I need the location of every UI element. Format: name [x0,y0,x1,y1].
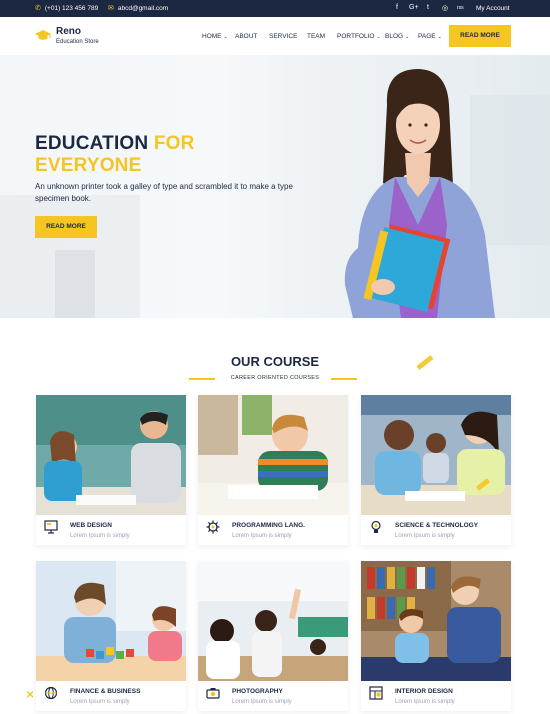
phone-contact[interactable]: ✆ (+01) 123 456 789 [35,5,98,12]
course-card-finance[interactable]: FINANCE & BUSINESS Lorem Ipsum is simply [36,561,186,711]
camera-icon [206,688,220,699]
top-bar: ✆ (+01) 123 456 789 ✉ abcd@gmail.com f G… [0,0,550,17]
mail-icon: ✉ [108,5,114,12]
instagram-icon[interactable]: ◎ [442,4,448,12]
chevron-down-icon: ⌄ [437,34,442,40]
course-photo [36,561,186,681]
email-contact[interactable]: ✉ abcd@gmail.com [108,5,168,12]
nav-about[interactable]: ABOUT [235,33,257,40]
course-photo [361,561,511,681]
nav-label: BLOG [385,33,404,40]
course-title[interactable]: FINANCE & BUSINESS [70,688,140,695]
chevron-down-icon: ⌄ [376,34,381,40]
hero-description: An unknown printer took a galley of type… [35,182,293,203]
header: Reno Education Store HOME ⌄ ABOUT SERVICE… [0,17,550,55]
close-icon[interactable]: ✕ [26,690,34,701]
course-title[interactable]: WEB DESIGN [70,522,112,529]
phone-number: (+01) 123 456 789 [44,5,99,12]
nav-home[interactable]: HOME ⌄ [202,33,228,40]
divider-right [331,378,357,380]
course-title[interactable]: SCIENCE & TECHNOLOGY [395,522,478,529]
course-photo [198,395,348,515]
nav-label: HOME [202,33,222,40]
email-address: abcd@gmail.com [117,5,169,12]
hero-title: EDUCATION FOR EVERYONE [35,133,195,177]
nav-blog[interactable]: BLOG ⌄ [385,33,409,40]
graduation-cap-icon [35,30,51,40]
background-books [55,250,95,318]
facebook-icon[interactable]: f [396,4,398,11]
globe-icon [44,686,58,700]
course-title[interactable]: PHOTOGRAPHY [232,688,283,695]
course-photo [36,395,186,515]
hero-title-dark: EDUCATION [35,133,154,154]
brand-name[interactable]: Reno [56,26,81,37]
my-account-link[interactable]: My Account [476,5,510,12]
courses-title: OUR COURSE [230,354,320,369]
nav-label: PAGE [418,33,436,40]
google-plus-icon[interactable]: G+ [409,4,419,11]
nav-portfolio[interactable]: PORTFOLIO ⌄ [337,33,381,40]
course-card-photography[interactable]: PHOTOGRAPHY Lorem Ipsum is simply [198,561,348,711]
course-title[interactable]: INTERIOR DESIGN [395,688,453,695]
monitor-icon [44,520,58,534]
course-subtitle: Lorem Ipsum is simply [70,533,130,539]
nav-service[interactable]: SERVICE [269,33,297,40]
gear-icon [206,520,220,534]
course-subtitle: Lorem Ipsum is simply [395,699,455,705]
hero-read-more-button[interactable]: READ MORE [35,216,97,238]
course-card-science[interactable]: SCIENCE & TECHNOLOGY Lorem Ipsum is simp… [361,395,511,545]
brand-tagline: Education Store [56,39,99,45]
chevron-down-icon: ⌄ [405,34,410,40]
phone-icon: ✆ [35,5,41,12]
hero-title-accent: FOR [153,133,195,154]
rss-icon[interactable]: rss [457,5,464,11]
course-card-web-design[interactable]: WEB DESIGN Lorem Ipsum is simply [36,395,186,545]
nav-team[interactable]: TEAM [307,33,325,40]
nav-label: ABOUT [235,33,258,40]
course-subtitle: Lorem Ipsum is simply [70,699,130,705]
teacher-photo [344,69,495,318]
nav-label: TEAM [307,33,326,40]
nav-page[interactable]: PAGE ⌄ [418,33,442,40]
nav-label: PORTFOLIO [337,33,375,40]
header-read-more-button[interactable]: READ MORE [449,25,511,47]
twitter-icon[interactable]: t [427,4,429,11]
course-subtitle: Lorem Ipsum is simply [232,533,292,539]
course-card-programming[interactable]: PROGRAMMING LANG. Lorem Ipsum is simply [198,395,348,545]
chevron-down-icon: ⌄ [223,34,228,40]
course-photo [198,561,348,681]
course-photo [361,395,511,515]
hero-title-accent-line2: EVERYONE [35,155,142,176]
nav-label: SERVICE [269,33,298,40]
course-title[interactable]: PROGRAMMING LANG. [232,522,305,529]
layout-icon [369,686,383,700]
course-subtitle: Lorem Ipsum is simply [395,533,455,539]
course-subtitle: Lorem Ipsum is simply [232,699,292,705]
courses-subtitle: CAREER ORIENTED COURSES [230,375,320,381]
bulb-icon [371,520,381,533]
hero-banner: EDUCATION FOR EVERYONE An unknown printe… [0,55,550,318]
course-card-interior[interactable]: INTERIOR DESIGN Lorem Ipsum is simply [361,561,511,711]
